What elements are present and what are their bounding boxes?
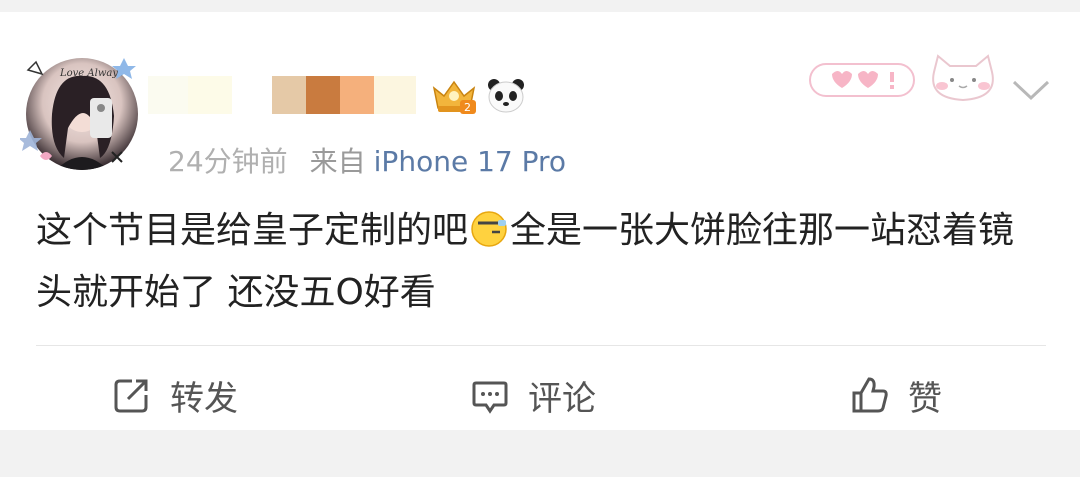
username-redacted[interactable]	[148, 76, 416, 114]
cat-sticker	[932, 54, 994, 102]
chevron-down-icon[interactable]	[1010, 76, 1052, 104]
like-button[interactable]: 赞	[850, 368, 942, 422]
divider	[36, 345, 1046, 346]
device-link[interactable]: iPhone 17 Pro	[374, 145, 566, 178]
post-time: 24分钟前	[168, 145, 288, 178]
post-content: 这个节目是给皇子定制的吧 全是一张大饼脸往那一站怼着镜头就开始了 还没五O好看	[36, 200, 1046, 324]
comment-button[interactable]: 评论	[470, 368, 596, 422]
post-card: Love Always 2 24分钟前 来自 iPhone 17 Pro 这个节…	[0, 12, 1080, 430]
svg-text:2: 2	[464, 101, 471, 114]
repost-label: 转发	[170, 378, 238, 419]
speechless-face-emoji	[471, 211, 507, 247]
comment-label: 评论	[528, 378, 596, 419]
post-meta: 24分钟前 来自 iPhone 17 Pro	[168, 140, 566, 180]
share-icon	[114, 379, 148, 413]
avatar-frame-decoration: Love Always	[20, 58, 136, 163]
panda-icon	[488, 79, 524, 113]
crown-badge-icon: 2	[432, 80, 476, 114]
source-label: 来自	[309, 145, 366, 178]
heart-bubble-sticker	[809, 63, 915, 97]
thumbs-up-icon	[852, 377, 888, 413]
post-text-part1: 这个节目是给皇子定制的吧	[36, 210, 469, 251]
comment-icon	[472, 381, 508, 414]
repost-button[interactable]: 转发	[112, 368, 238, 422]
avatar-caption: Love Always	[59, 68, 123, 79]
like-label: 赞	[908, 378, 942, 419]
